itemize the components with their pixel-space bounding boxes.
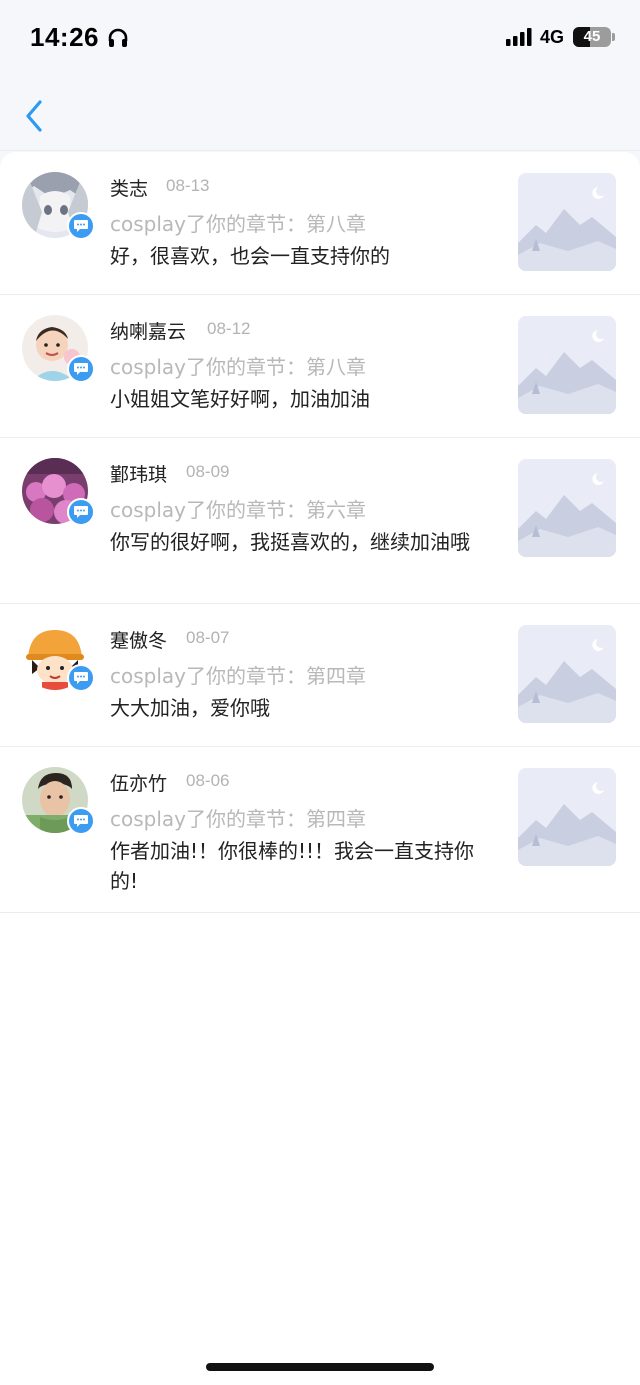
list-item[interactable]: 蹇傲冬 08-07 cosplay了你的章节：第四章 大大加油，爱你哦 [0, 604, 640, 747]
user-name[interactable]: 伍亦竹 [110, 769, 167, 796]
notification-list: 类志 08-13 cosplay了你的章节：第八章 好，很喜欢，也会一直支持你的 [0, 152, 640, 1385]
comment-text: 小姐姐文笔好好啊，加油加油 [110, 387, 370, 411]
nav-bar [0, 80, 640, 151]
network-type: 4G [540, 27, 565, 47]
user-name[interactable]: 蹇傲冬 [110, 626, 167, 653]
avatar[interactable] [22, 172, 95, 240]
user-name[interactable]: 鄞玮琪 [110, 460, 167, 487]
chevron-left-icon [26, 100, 42, 132]
chapter-thumbnail[interactable] [518, 625, 616, 723]
chapter-thumbnail[interactable] [518, 173, 616, 271]
user-name[interactable]: 纳喇嘉云 [110, 317, 186, 344]
back-button[interactable] [20, 96, 50, 136]
comment-badge-icon [67, 212, 95, 240]
user-name[interactable]: 类志 [110, 174, 148, 201]
comment-text: 作者加油!！你很棒的!!！我会一直支持你的! [110, 839, 475, 893]
notice-action: cosplay了你的章节：第八章 [110, 355, 366, 379]
notice-date: 08-07 [186, 628, 230, 647]
avatar[interactable] [22, 458, 95, 526]
list-item[interactable]: 类志 08-13 cosplay了你的章节：第八章 好，很喜欢，也会一直支持你的 [0, 152, 640, 295]
list-item[interactable]: 纳喇嘉云 08-12 cosplay了你的章节：第八章 小姐姐文笔好好啊，加油加… [0, 295, 640, 438]
comment-badge-icon [67, 807, 95, 835]
notice-action: cosplay了你的章节：第四章 [110, 664, 366, 688]
notice-date: 08-06 [186, 771, 230, 790]
notice-date: 08-12 [207, 319, 251, 338]
battery-icon: 45 [573, 27, 611, 47]
notice-action: cosplay了你的章节：第六章 [110, 498, 366, 522]
battery-level: 45 [583, 28, 601, 45]
avatar[interactable] [22, 624, 95, 692]
comment-text: 大大加油，爱你哦 [110, 696, 270, 720]
status-time: 14:26 [30, 22, 99, 52]
chapter-thumbnail[interactable] [518, 768, 616, 866]
notice-action: cosplay了你的章节：第八章 [110, 212, 366, 236]
notice-date: 08-13 [166, 176, 210, 195]
status-bar: 14:26 4G 45 [0, 0, 640, 80]
list-item[interactable]: 鄞玮琪 08-09 cosplay了你的章节：第六章 你写的很好啊，我挺喜欢的，… [0, 438, 640, 604]
avatar[interactable] [22, 767, 95, 835]
comment-text: 好，很喜欢，也会一直支持你的 [110, 244, 390, 268]
notice-action: cosplay了你的章节：第四章 [110, 807, 366, 831]
list-item[interactable]: 伍亦竹 08-06 cosplay了你的章节：第四章 作者加油!！你很棒的!!！… [0, 747, 640, 913]
headphone-icon [108, 28, 128, 47]
signal-icon [506, 28, 532, 46]
chapter-thumbnail[interactable] [518, 459, 616, 557]
battery-tip [612, 33, 615, 41]
home-indicator[interactable] [206, 1363, 434, 1371]
comment-badge-icon [67, 355, 95, 383]
comment-badge-icon [67, 498, 95, 526]
comment-text: 你写的很好啊，我挺喜欢的，继续加油哦 [110, 530, 470, 554]
comment-badge-icon [67, 664, 95, 692]
avatar[interactable] [22, 315, 95, 383]
chapter-thumbnail[interactable] [518, 316, 616, 414]
notice-date: 08-09 [186, 462, 230, 481]
